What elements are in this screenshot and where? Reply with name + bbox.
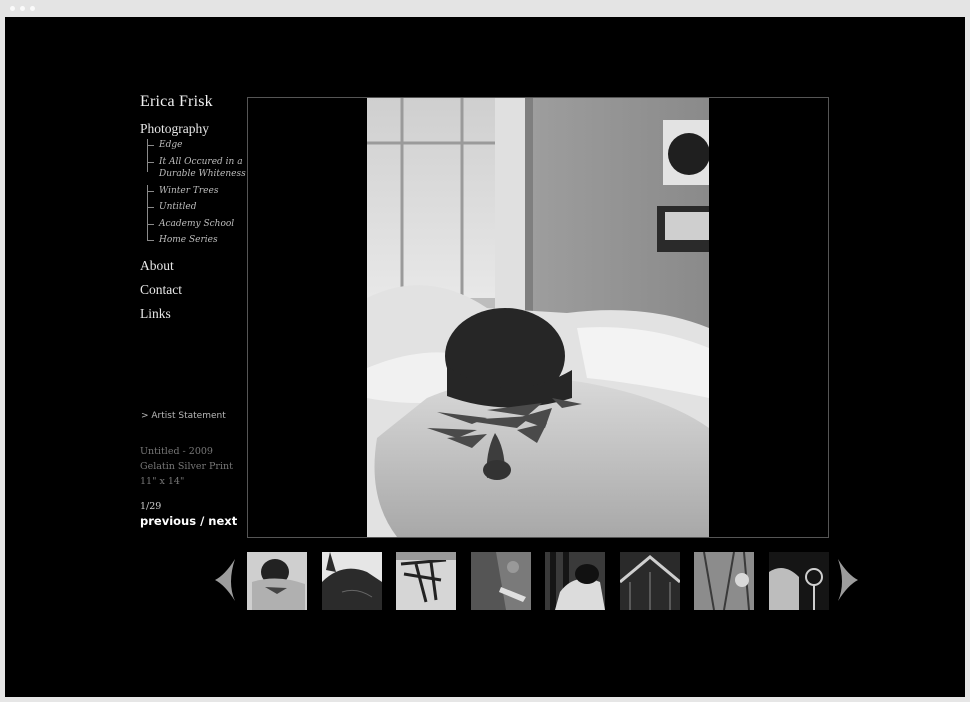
subnav-item-academy-school[interactable]: Academy School: [145, 217, 246, 234]
thumbnail-1[interactable]: [247, 552, 307, 610]
nav-links[interactable]: Links: [140, 306, 171, 322]
thumbnail-4[interactable]: [471, 552, 531, 610]
subnav-item-winter-trees[interactable]: Winter Trees: [145, 184, 246, 201]
window-dot-icon: [10, 6, 15, 11]
thumbnail-5[interactable]: [545, 552, 605, 610]
page: Erica Frisk Photography Edge It All Occu…: [5, 17, 965, 697]
thumbnail-2[interactable]: [322, 552, 382, 610]
caption-title: Untitled - 2009: [140, 446, 213, 457]
image-counter: 1/29: [140, 501, 162, 512]
next-link[interactable]: next: [208, 514, 237, 528]
nav-photography[interactable]: Photography: [140, 121, 209, 137]
caption-size: 11" x 14": [140, 476, 185, 487]
chevron-left-icon[interactable]: [213, 557, 237, 607]
chevron-right-icon[interactable]: [836, 557, 860, 607]
window-dot-icon: [20, 6, 25, 11]
site-title[interactable]: Erica Frisk: [140, 93, 213, 111]
photography-subnav: Edge It All Occured in a Durable Whitene…: [145, 139, 246, 247]
previous-link[interactable]: previous: [140, 514, 196, 528]
subnav-item-label-continued[interactable]: Durable Whiteness: [145, 168, 246, 181]
pager-separator: /: [196, 514, 209, 528]
subnav-item-durable-whiteness[interactable]: It All Occured in a: [145, 155, 246, 172]
artist-statement-link[interactable]: > Artist Statement: [141, 411, 226, 421]
subnav-item-untitled[interactable]: Untitled: [145, 201, 246, 217]
subnav-item-label: It All Occured in a: [159, 156, 243, 167]
nav-about[interactable]: About: [140, 258, 174, 274]
subnav-item-home-series[interactable]: Home Series: [145, 234, 246, 247]
window-dot-icon: [30, 6, 35, 11]
nav-contact[interactable]: Contact: [140, 282, 182, 298]
subnav-item-edge[interactable]: Edge: [145, 139, 246, 155]
thumbnail-8[interactable]: [769, 552, 829, 610]
thumbnail-7[interactable]: [694, 552, 754, 610]
thumbnail-3[interactable]: [396, 552, 456, 610]
main-photo[interactable]: [367, 98, 709, 537]
pager: previous / next: [140, 514, 237, 528]
caption-medium: Gelatin Silver Print: [140, 461, 233, 472]
main-image-viewer: [247, 97, 829, 538]
thumbnail-6[interactable]: [620, 552, 680, 610]
window-chrome: [0, 0, 970, 17]
